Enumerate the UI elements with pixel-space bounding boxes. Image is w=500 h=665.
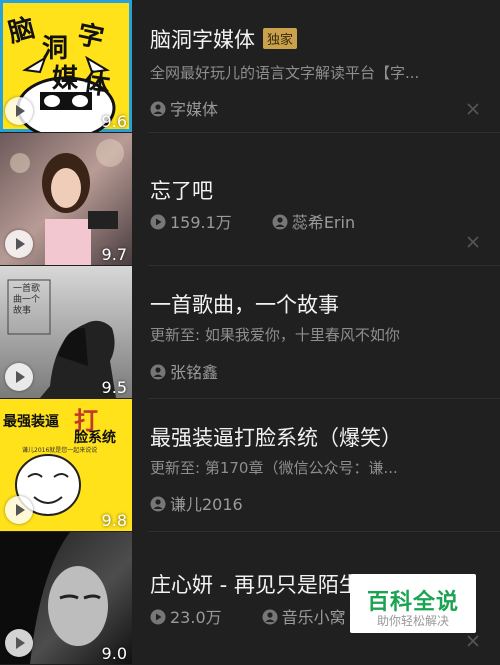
author-row: 谦儿2016 <box>150 491 243 515</box>
list-item[interactable]: 最强装逼 打 脸系统 谦儿2016就是您一起来说说 9.8 最强装逼打脸系统（爆… <box>0 399 500 532</box>
album-cover[interactable]: 9.7 <box>0 133 132 265</box>
close-icon[interactable] <box>466 634 480 648</box>
latest-episode: 更新至: 如果我爱你，十里春风不如你 <box>150 326 400 344</box>
close-icon[interactable] <box>466 102 480 116</box>
author-name: 张铭鑫 <box>170 363 219 382</box>
author-row: 字媒体 <box>150 96 218 120</box>
play-count-icon <box>150 609 166 625</box>
user-icon <box>262 609 278 625</box>
cover-text: 一首歌曲一个故事 <box>13 284 41 316</box>
cover-text: 最强装逼 <box>3 414 59 430</box>
rating-score: 9.6 <box>101 112 127 131</box>
user-icon <box>150 364 166 380</box>
album-cover[interactable]: 9.0 <box>0 532 132 664</box>
album-cover[interactable]: 最强装逼 打 脸系统 谦儿2016就是您一起来说说 9.8 <box>0 399 132 531</box>
author-row: 张铭鑫 <box>150 359 218 383</box>
album-description: 全网最好玩儿的语言文字解读平台【字... <box>150 64 420 82</box>
play-count: 159.1万 <box>170 213 232 232</box>
rating-score: 9.0 <box>101 644 127 663</box>
user-icon <box>272 214 288 230</box>
user-icon <box>150 496 166 512</box>
user-icon <box>150 101 166 117</box>
play-icon[interactable] <box>5 230 33 258</box>
watermark-logo: 百科全说 助你轻松解决 <box>350 574 476 633</box>
author-name: 字媒体 <box>170 100 219 119</box>
play-icon[interactable] <box>5 97 33 125</box>
album-cover[interactable]: 脑 洞 字 媒 体 9.6 <box>0 0 132 132</box>
cover-char: 媒 <box>52 64 79 94</box>
album-title[interactable]: 最强装逼打脸系统（爆笑） <box>150 422 402 452</box>
cover-text: 谦儿2016就是您一起来说说 <box>22 447 98 454</box>
watermark-subtitle: 助你轻松解决 <box>376 614 449 628</box>
play-icon[interactable] <box>5 363 33 391</box>
author-name: 音乐小窝 <box>281 608 346 627</box>
stats-row: 159.1万 蕊希Erin <box>150 209 355 233</box>
close-icon[interactable] <box>466 235 480 249</box>
cover-char: 体 <box>81 68 112 102</box>
album-title[interactable]: 一首歌曲，一个故事 <box>150 289 339 319</box>
list-item[interactable]: 9.7 忘了吧 159.1万 蕊希Erin <box>0 133 500 266</box>
author-name: 蕊希Erin <box>291 213 356 232</box>
list-item[interactable]: 脑 洞 字 媒 体 9.6 脑洞字媒体 独家 全网最好玩儿的语言文字解读平台【字.… <box>0 0 500 133</box>
list-item[interactable]: 一首歌曲一个故事 9.5 一首歌曲，一个故事 更新至: 如果我爱你，十里春风不如… <box>0 266 500 399</box>
album-title[interactable]: 脑洞字媒体 独家 <box>150 24 298 54</box>
rating-score: 9.8 <box>101 511 127 530</box>
latest-episode: 更新至: 第170章（微信公众号：谦... <box>150 459 398 477</box>
album-title[interactable]: 忘了吧 <box>150 175 213 205</box>
stats-row: 23.0万 音乐小窝 <box>150 604 346 628</box>
cover-text: 脸系统 <box>74 430 116 446</box>
album-cover[interactable]: 一首歌曲一个故事 9.5 <box>0 266 132 398</box>
rating-score: 9.7 <box>101 245 127 264</box>
author-name: 谦儿2016 <box>170 495 243 514</box>
play-count-icon <box>150 214 166 230</box>
play-icon[interactable] <box>5 629 33 657</box>
play-count: 23.0万 <box>170 608 222 627</box>
rating-score: 9.5 <box>101 378 127 397</box>
album-title-text: 脑洞字媒体 <box>150 28 255 52</box>
play-icon[interactable] <box>5 496 33 524</box>
album-title[interactable]: 庄心妍 - 再见只是陌生人 <box>150 569 381 599</box>
exclusive-badge: 独家 <box>263 28 298 49</box>
